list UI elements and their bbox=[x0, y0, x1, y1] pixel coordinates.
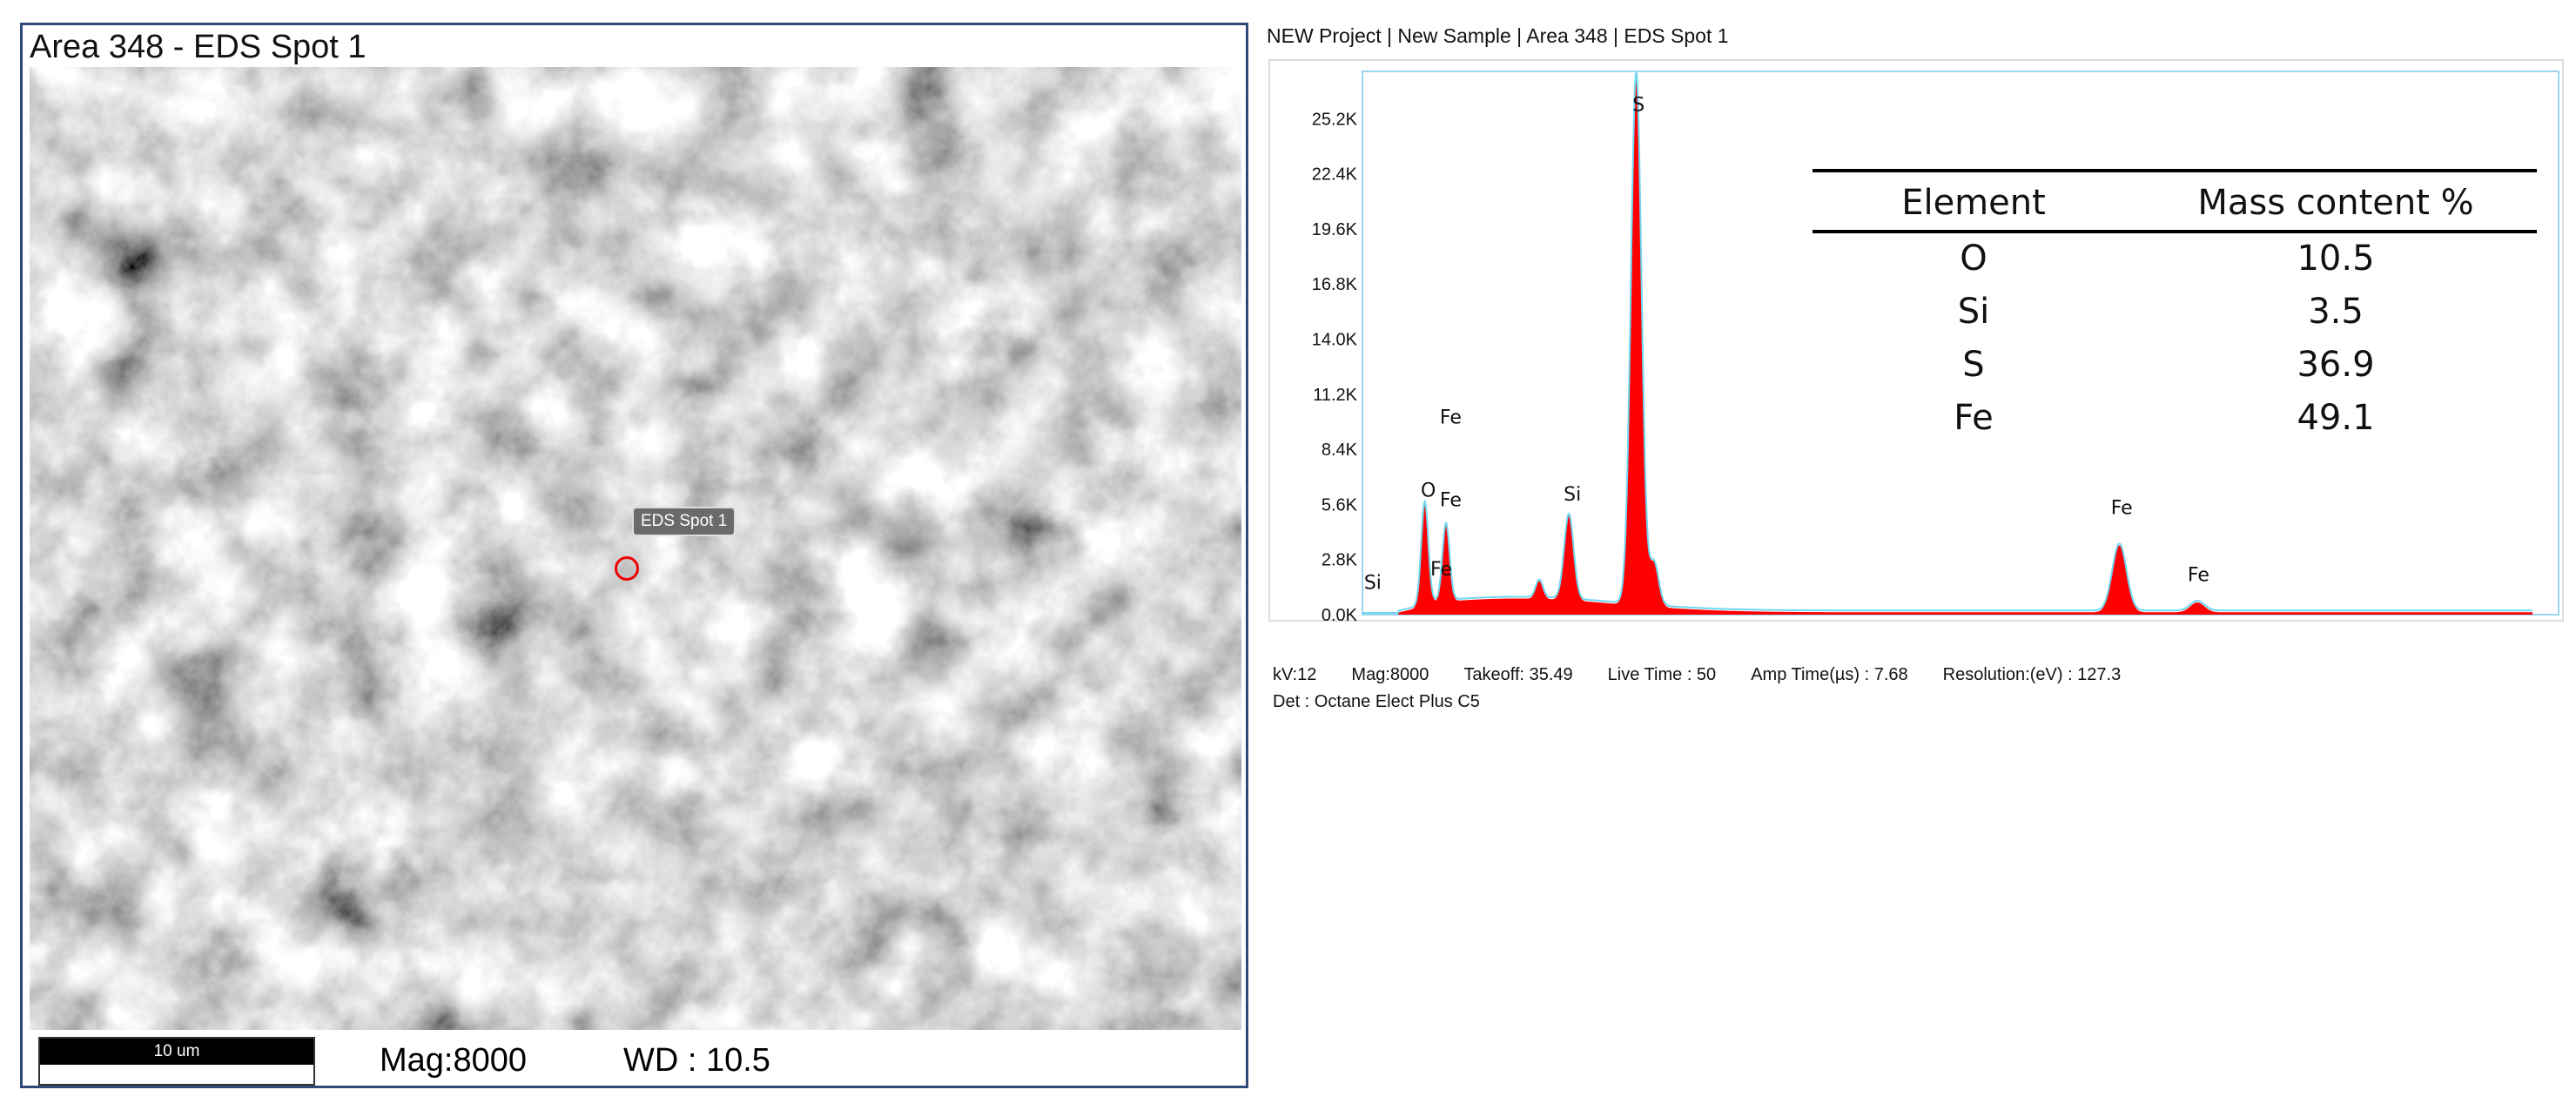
peak-label: Fe bbox=[1430, 559, 1452, 581]
resolution: Resolution:(eV) : 127.3 bbox=[1942, 665, 2122, 684]
scale-bar: 10 um bbox=[38, 1037, 315, 1086]
mag: Mag:8000 bbox=[1351, 665, 1429, 684]
table-cell-mass: 3.5 bbox=[2308, 292, 2364, 332]
y-tick-label: 0.0K bbox=[1322, 606, 1358, 623]
live-time: Live Time : 50 bbox=[1607, 665, 1717, 684]
table-cell-element: Si bbox=[1958, 292, 1990, 332]
spectrum-chart: 0.0K 2.8K 5.6K 8.4K 11.2K 14.0K 16.8K 19.6K 22.4… bbox=[1268, 59, 2564, 623]
magnification: Mag:8000 bbox=[380, 1042, 528, 1079]
table-header-element: Element bbox=[1901, 183, 2046, 223]
sem-image bbox=[30, 67, 1241, 1030]
y-tick-label: 8.4K bbox=[1322, 441, 1358, 460]
scale-bar-label: 10 um bbox=[40, 1039, 313, 1065]
peak-label: S bbox=[1632, 94, 1644, 116]
eds-spot-label[interactable]: EDS Spot 1 bbox=[632, 507, 736, 536]
peak-label: O bbox=[1421, 480, 1436, 501]
y-tick-label: 22.4K bbox=[1312, 165, 1358, 185]
table-header-mass: Mass content % bbox=[2197, 183, 2473, 223]
peak-label: Fe bbox=[2188, 565, 2209, 587]
y-tick-label: 16.8K bbox=[1312, 275, 1358, 294]
takeoff: Takeoff: 35.49 bbox=[1463, 665, 1573, 684]
y-tick-label: 19.6K bbox=[1312, 220, 1358, 239]
peak-label: Fe bbox=[1440, 407, 1462, 429]
peak-label: Si bbox=[1364, 573, 1382, 595]
sem-title: Area 348 - EDS Spot 1 bbox=[30, 29, 367, 65]
spectrum-svg: 0.0K 2.8K 5.6K 8.4K 11.2K 14.0K 16.8K 19.6K 22.4… bbox=[1312, 71, 2559, 623]
y-tick-label: 2.8K bbox=[1322, 551, 1358, 570]
y-tick-label: 14.0K bbox=[1312, 331, 1358, 350]
breadcrumb: NEW Project | New Sample | Area 348 | ED… bbox=[1267, 24, 1729, 47]
table-cell-element: O bbox=[1960, 239, 1987, 279]
peak-label: Fe bbox=[1440, 490, 1462, 512]
peak-label: Si bbox=[1564, 484, 1581, 506]
y-tick-label: 11.2K bbox=[1313, 386, 1357, 405]
y-tick-label: 5.6K bbox=[1322, 495, 1358, 515]
sem-panel: Area 348 - EDS Spot 1 EDS Spot 1 10 um M… bbox=[20, 23, 1248, 1088]
detector: Det : Octane Elect Plus C5 bbox=[1273, 692, 1480, 711]
y-tick-label: 25.2K bbox=[1312, 110, 1358, 129]
table-cell-mass: 10.5 bbox=[2297, 239, 2374, 279]
table-cell-element: S bbox=[1962, 345, 1984, 385]
kv: kV:12 bbox=[1273, 665, 1317, 684]
eds-spot-marker[interactable] bbox=[615, 556, 639, 581]
table-cell-element: Fe bbox=[1954, 398, 1993, 438]
plot-area bbox=[1362, 71, 2559, 616]
table-cell-mass: 36.9 bbox=[2297, 345, 2374, 385]
amp-time: Amp Time(µs) : 7.68 bbox=[1751, 665, 1908, 684]
table-cell-mass: 49.1 bbox=[2297, 398, 2374, 438]
peak-label: Fe bbox=[2111, 498, 2133, 520]
acquisition-info: kV:12 Mag:8000 Takeoff: 35.49 Live Time : 5… bbox=[1273, 665, 2156, 685]
working-distance: WD : 10.5 bbox=[623, 1042, 770, 1079]
